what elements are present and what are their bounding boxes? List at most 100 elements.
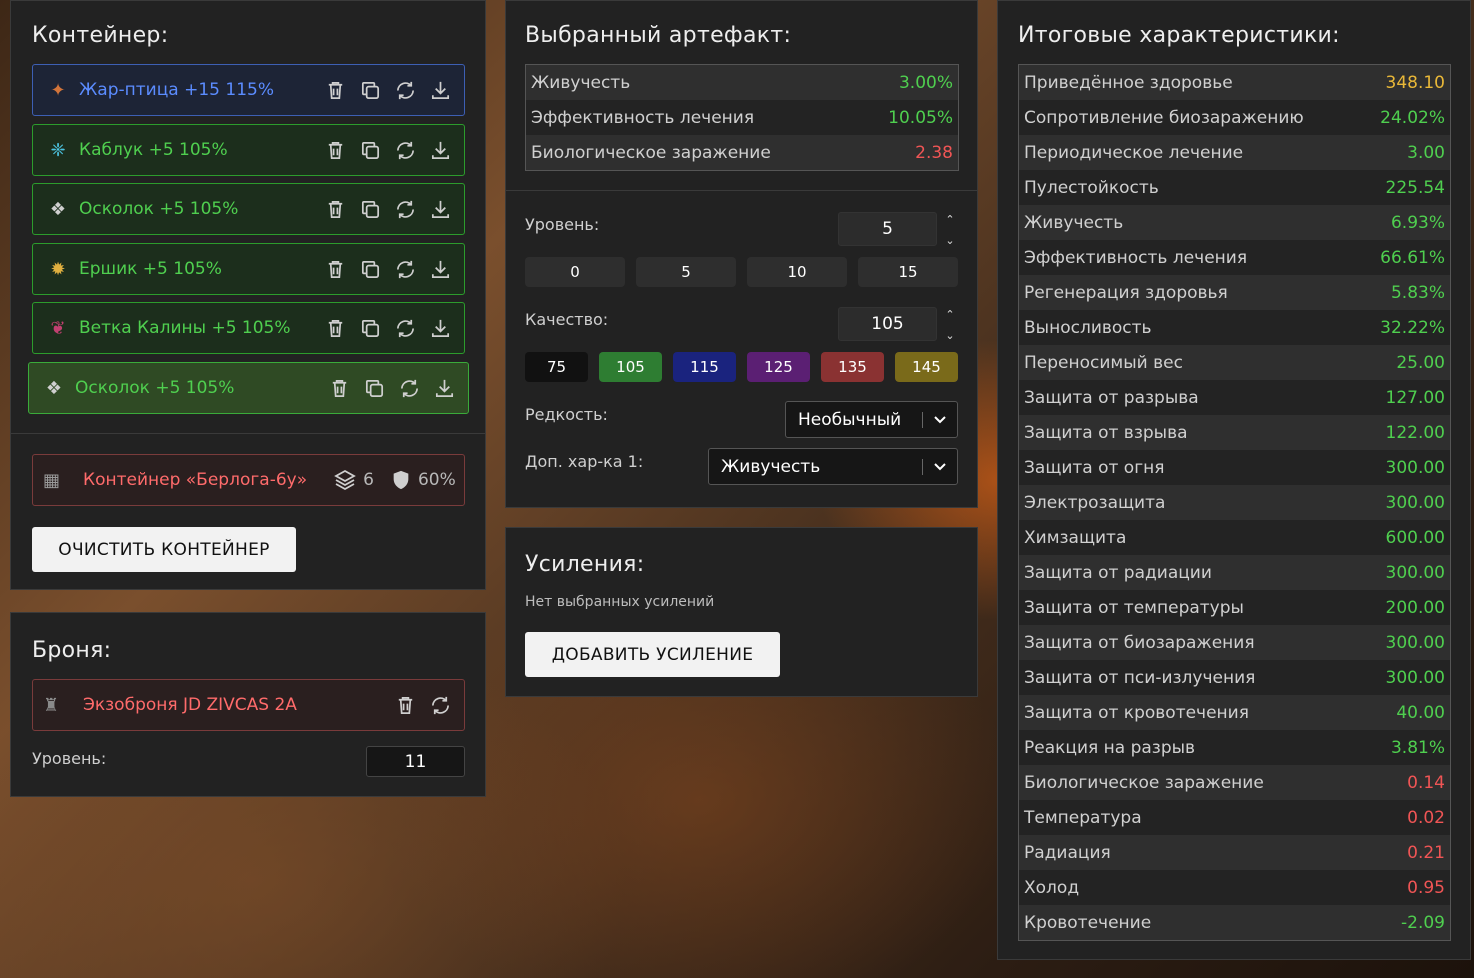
rarity-select[interactable]: Необычный bbox=[785, 401, 958, 438]
swap-icon[interactable] bbox=[394, 79, 417, 102]
copy-icon[interactable] bbox=[359, 198, 382, 221]
copy-icon[interactable] bbox=[363, 377, 386, 400]
total-stat-row: Температура 0.02 bbox=[1019, 800, 1450, 835]
trash-icon[interactable] bbox=[324, 139, 347, 162]
firebird-artifact-icon: ✦ bbox=[50, 79, 66, 101]
copy-icon[interactable] bbox=[359, 317, 382, 340]
artifact-level-input[interactable]: 5 bbox=[838, 212, 937, 246]
container-slots: 6 bbox=[333, 468, 374, 492]
armor-level-input[interactable]: 11 bbox=[366, 746, 465, 777]
artifact-quality-input[interactable]: 105 bbox=[838, 307, 937, 341]
stat-name: Выносливость bbox=[1024, 317, 1152, 338]
chevron-down-icon bbox=[934, 462, 946, 470]
download-icon[interactable] bbox=[429, 258, 452, 281]
chevron-up-icon[interactable]: ⌃ bbox=[945, 308, 954, 321]
swap-icon[interactable] bbox=[429, 694, 452, 717]
chevron-down-icon[interactable]: ⌄ bbox=[945, 234, 954, 247]
total-stat-row: Регенерация здоровья 5.83% bbox=[1019, 275, 1450, 310]
extra-stat-select[interactable]: Живучесть bbox=[708, 448, 958, 485]
stat-name: Кровотечение bbox=[1024, 912, 1152, 933]
stat-name: Сопротивление биозаражению bbox=[1024, 107, 1304, 128]
trash-icon[interactable] bbox=[324, 258, 347, 281]
artifact-slot-label: Ветка Калины +5 105% bbox=[79, 318, 291, 338]
level-preset-button[interactable]: 5 bbox=[636, 257, 736, 287]
download-icon[interactable] bbox=[429, 139, 452, 162]
armor-level-label: Уровень: bbox=[32, 749, 107, 768]
clear-container-button[interactable]: ОЧИСТИТЬ КОНТЕЙНЕР bbox=[32, 527, 296, 572]
swap-icon[interactable] bbox=[394, 258, 417, 281]
quality-preset-button[interactable]: 75 bbox=[525, 352, 588, 382]
quality-preset-button[interactable]: 145 bbox=[895, 352, 958, 382]
stat-name: Защита от разрыва bbox=[1024, 387, 1199, 408]
artifact-slot-5[interactable]: ❦ Ветка Калины +5 105% bbox=[32, 302, 465, 354]
stat-value: 0.21 bbox=[1407, 842, 1445, 863]
brush-artifact-icon: ✹ bbox=[50, 258, 66, 280]
level-preset-button[interactable]: 15 bbox=[858, 257, 958, 287]
total-stat-row: Защита от радиации 300.00 bbox=[1019, 555, 1450, 590]
trash-icon[interactable] bbox=[324, 79, 347, 102]
armor-selector[interactable]: ♜ Экзоброня JD ZIVCAS 2A bbox=[32, 679, 465, 731]
chevron-down-icon[interactable]: ⌄ bbox=[945, 329, 954, 342]
total-stat-row: Химзащита 600.00 bbox=[1019, 520, 1450, 555]
stat-name: Холод bbox=[1024, 877, 1080, 898]
stat-value: 25.00 bbox=[1396, 352, 1445, 373]
artifact-slot-3[interactable]: ❖ Осколок +5 105% bbox=[32, 183, 465, 235]
level-preset-button[interactable]: 0 bbox=[525, 257, 625, 287]
stat-name: Пулестойкость bbox=[1024, 177, 1159, 198]
stat-name: Живучесть bbox=[1024, 212, 1124, 233]
container-selector[interactable]: ▦ Контейнер «Берлога-6у» 6 60% bbox=[32, 454, 465, 506]
artifact-stat-row: Живучесть 3.00% bbox=[526, 65, 958, 100]
download-icon[interactable] bbox=[429, 198, 452, 221]
exoskeleton-icon: ♜ bbox=[43, 694, 60, 716]
artifact-slot-1[interactable]: ✦ Жар-птица +15 115% bbox=[32, 64, 465, 116]
upgrades-panel: Усиления: Нет выбранных усилений ДОБАВИТ… bbox=[505, 527, 978, 697]
artifact-slot-4[interactable]: ✹ Ершик +5 105% bbox=[32, 243, 465, 295]
total-stat-row: Периодическое лечение 3.00 bbox=[1019, 135, 1450, 170]
artifact-slot-label: Ершик +5 105% bbox=[79, 259, 222, 279]
add-upgrade-button[interactable]: ДОБАВИТЬ УСИЛЕНИЕ bbox=[525, 632, 780, 677]
swap-icon[interactable] bbox=[394, 139, 417, 162]
total-stat-row: Защита от огня 300.00 bbox=[1019, 450, 1450, 485]
artifact-slot-6-selected[interactable]: ❖ Осколок +5 105% bbox=[28, 362, 469, 414]
stat-value: 300.00 bbox=[1385, 457, 1445, 478]
copy-icon[interactable] bbox=[359, 79, 382, 102]
copy-icon[interactable] bbox=[359, 139, 382, 162]
swap-icon[interactable] bbox=[394, 198, 417, 221]
chevron-down-icon bbox=[934, 415, 946, 423]
armor-panel: Броня: ♜ Экзоброня JD ZIVCAS 2A Уровень:… bbox=[10, 612, 486, 797]
stat-name: Химзащита bbox=[1024, 527, 1127, 548]
artifact-slot-2[interactable]: ❈ Каблук +5 105% bbox=[32, 124, 465, 176]
download-icon[interactable] bbox=[429, 317, 452, 340]
download-icon[interactable] bbox=[433, 377, 456, 400]
swap-icon[interactable] bbox=[398, 377, 421, 400]
quality-preset-button[interactable]: 105 bbox=[599, 352, 662, 382]
quality-preset-button[interactable]: 125 bbox=[747, 352, 810, 382]
stat-value: 300.00 bbox=[1385, 632, 1445, 653]
swap-icon[interactable] bbox=[394, 317, 417, 340]
total-stat-row: Сопротивление биозаражению 24.02% bbox=[1019, 100, 1450, 135]
download-icon[interactable] bbox=[429, 79, 452, 102]
quality-preset-button[interactable]: 115 bbox=[673, 352, 736, 382]
copy-icon[interactable] bbox=[359, 258, 382, 281]
upgrades-empty-note: Нет выбранных усилений bbox=[525, 594, 715, 610]
stat-value: 24.02% bbox=[1380, 107, 1445, 128]
stat-value: 66.61% bbox=[1380, 247, 1445, 268]
selected-artifact-title: Выбранный артефакт: bbox=[525, 23, 792, 48]
stat-name: Защита от радиации bbox=[1024, 562, 1212, 583]
level-stepper[interactable]: ⌃ ⌄ bbox=[942, 213, 958, 247]
stat-name: Биологическое заражение bbox=[531, 142, 771, 163]
artifact-slot-label: Жар-птица +15 115% bbox=[79, 80, 274, 100]
level-preset-button[interactable]: 10 bbox=[747, 257, 847, 287]
heel-artifact-icon: ❈ bbox=[50, 139, 66, 161]
trash-icon[interactable] bbox=[328, 377, 351, 400]
trash-icon[interactable] bbox=[394, 694, 417, 717]
trash-icon[interactable] bbox=[324, 198, 347, 221]
trash-icon[interactable] bbox=[324, 317, 347, 340]
container-title: Контейнер: bbox=[32, 23, 169, 48]
stat-name: Температура bbox=[1024, 807, 1142, 828]
quality-stepper[interactable]: ⌃ ⌄ bbox=[942, 308, 958, 342]
quality-preset-button[interactable]: 135 bbox=[821, 352, 884, 382]
stat-name: Приведённое здоровье bbox=[1024, 72, 1233, 93]
chevron-up-icon[interactable]: ⌃ bbox=[945, 213, 954, 226]
container-protection: 60% bbox=[390, 469, 456, 491]
